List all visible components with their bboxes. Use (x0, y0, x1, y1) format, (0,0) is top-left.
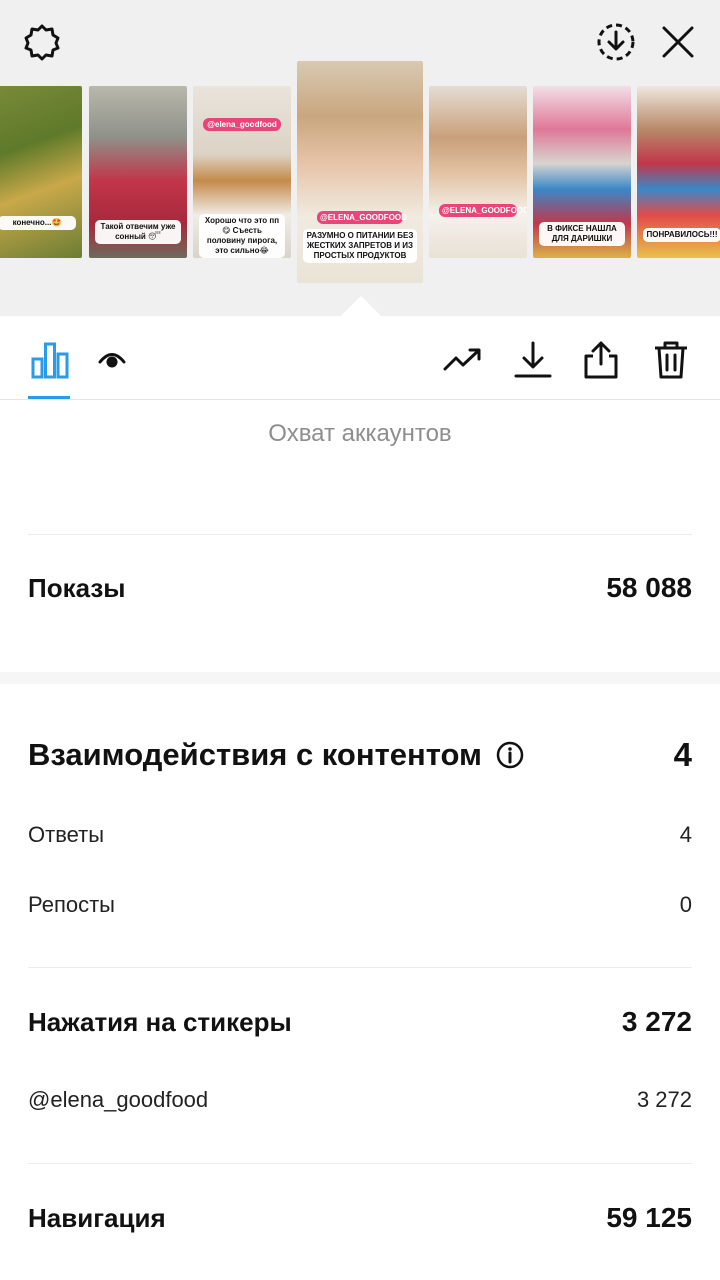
interactions-value: 4 (673, 736, 692, 773)
story-thumbnail[interactable]: ПОНРАВИЛОСЬ!!! (637, 86, 720, 258)
impressions-value: 58 088 (606, 572, 692, 603)
selected-story-pointer (341, 296, 381, 316)
sticker-taps-label: Нажатия на стикеры (28, 1006, 292, 1037)
sticker-taps-row: Нажатия на стикеры 3 272 (28, 1006, 692, 1038)
story-mention-tag: @elena_goodfood (203, 118, 281, 131)
stories-header: конечно...🤩 Такой отвечим уже сонный 😴 @… (0, 0, 720, 316)
navigation-label: Навигация (28, 1202, 166, 1233)
interactions-row: Взаимодействия с контентом 4 (28, 736, 692, 774)
share-icon[interactable] (579, 338, 623, 382)
sticker-account-row: @elena_goodfood 3 272 (28, 1087, 692, 1113)
navigation-row: Навигация 59 125 (28, 1202, 692, 1234)
info-icon[interactable] (496, 741, 524, 769)
story-caption: В ФИКСЕ НАШЛА ДЛЯ ДАРИШКИ (539, 222, 625, 246)
replies-value: 4 (679, 822, 692, 847)
trash-icon[interactable] (649, 338, 693, 382)
navigation-value: 59 125 (606, 1202, 692, 1233)
download-circle-icon[interactable] (594, 20, 638, 64)
replies-label: Ответы (28, 822, 105, 847)
story-thumbnail[interactable]: конечно...🤩 (0, 86, 82, 258)
download-icon[interactable] (511, 338, 555, 382)
story-thumbnail[interactable]: В ФИКСЕ НАШЛА ДЛЯ ДАРИШКИ (533, 86, 631, 258)
eye-icon[interactable] (90, 338, 134, 382)
story-thumbnail-selected[interactable]: @ELENA_GOODFOOD РАЗУМНО О ПИТАНИИ БЕЗ ЖЕ… (297, 61, 423, 283)
replies-row: Ответы 4 (28, 822, 692, 848)
shares-label: Репосты (28, 892, 115, 917)
insights-toolbar (0, 316, 720, 400)
story-caption: РАЗУМНО О ПИТАНИИ БЕЗ ЖЕСТКИХ ЗАПРЕТОВ И… (303, 229, 417, 263)
close-icon[interactable] (656, 20, 700, 64)
impressions-row: Показы 58 088 (28, 572, 692, 604)
story-caption: конечно...🤩 (0, 216, 76, 230)
story-thumbnail[interactable]: Такой отвечим уже сонный 😴 (89, 86, 187, 258)
sticker-taps-value: 3 272 (621, 1006, 692, 1037)
shares-row: Репосты 0 (28, 892, 692, 918)
divider (28, 534, 692, 535)
story-caption: Такой отвечим уже сонный 😴 (95, 220, 181, 244)
interactions-label: Взаимодействия с контентом (28, 737, 482, 772)
reach-label: Охват аккаунтов (268, 420, 452, 447)
gear-icon[interactable] (20, 20, 64, 64)
story-caption: ПОНРАВИЛОСЬ!!! (643, 228, 720, 242)
story-thumbnail[interactable]: @elena_goodfood Хорошо что это пп😋 Съест… (193, 86, 291, 258)
active-tab-indicator (28, 396, 70, 399)
bar-chart-icon[interactable] (28, 338, 72, 382)
trending-up-icon[interactable] (441, 338, 485, 382)
story-caption: Хорошо что это пп😋 Съесть половину пирог… (199, 214, 285, 258)
shares-value: 0 (679, 892, 692, 917)
divider (28, 1163, 692, 1164)
story-mention-tag: @ELENA_GOODFOOD (317, 211, 407, 224)
sticker-account-label: @elena_goodfood (28, 1087, 209, 1112)
impressions-label: Показы (28, 572, 126, 603)
story-thumbnail[interactable]: @ELENA_GOODFOOD (429, 86, 527, 258)
story-mention-tag: @ELENA_GOODFOOD (439, 204, 527, 217)
divider (28, 967, 692, 968)
section-separator (0, 672, 720, 684)
sticker-account-value: 3 272 (636, 1087, 692, 1112)
